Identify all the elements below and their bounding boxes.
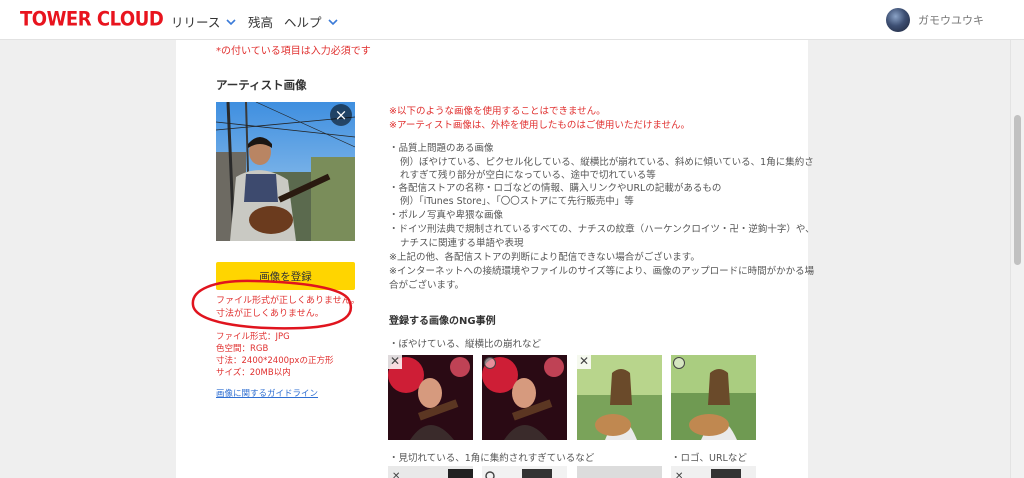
rule-line: 例）「iTunes Store」、「〇〇ストアにて先行販売中」等 — [400, 196, 634, 207]
image-guideline-link[interactable]: 画像に関するガイドライン — [216, 387, 318, 399]
user-menu[interactable]: ガモウユウキ — [886, 8, 984, 32]
chevron-down-icon — [327, 18, 338, 25]
error-messages: ファイル形式が正しくありません。 寸法が正しくありません。 — [216, 295, 360, 321]
ok-mark-icon — [484, 357, 496, 369]
rule-line: ・ドイツ刑法典で規制されているすべての、ナチスの紋章（ハーケンクロイツ・卍・逆鉤… — [389, 224, 815, 235]
nav-balance-label: 残高 — [248, 15, 274, 30]
ng-subtitle: ・ロゴ、URLなど — [671, 453, 747, 464]
rule-line: ※インターネットへの接続環境やファイルのサイズ等により、画像のアップロードに時間… — [389, 266, 815, 277]
nav-balance[interactable]: 残高 — [248, 12, 273, 31]
page-scrollbar[interactable] — [1010, 40, 1024, 478]
svg-text:✕: ✕ — [675, 471, 683, 478]
ok-example-image — [482, 466, 567, 478]
spec-size: サイズ：20MB以内 — [216, 368, 291, 378]
avatar — [886, 8, 910, 32]
warning-line: ※以下のような画像を使用することはできません。 — [389, 106, 606, 117]
error-dimensions: 寸法が正しくありません。 — [216, 309, 324, 319]
chevron-down-icon — [226, 18, 236, 25]
spec-dimensions: 寸法：2400*2400pxの正方形 — [216, 356, 334, 366]
top-navigation-bar: TOWER CLOUD リリース 残高 ヘルプ ガモウユウキ — [0, 0, 1024, 40]
nav-help-label: ヘルプ — [284, 15, 322, 30]
ng-example-image: ✕ — [388, 466, 473, 478]
section-title: アーティスト画像 — [216, 78, 307, 92]
nav-release[interactable]: リリース — [171, 12, 237, 31]
rule-line: ・ポルノ写真や卑猥な画像 — [389, 210, 504, 221]
nav-release-label: リリース — [171, 15, 221, 30]
svg-text:✕: ✕ — [392, 471, 400, 478]
rule-line: 合がございます。 — [389, 280, 465, 291]
ok-mark-icon — [673, 357, 685, 369]
rule-line: れすぎて残り部分が空白になっている、途中で切れている等 — [400, 170, 656, 181]
ng-mark-icon: ✕ — [577, 355, 591, 369]
ng-mark-icon: ✕ — [388, 355, 402, 369]
image-specs: ファイル形式：JPG 色空間：RGB 寸法：2400*2400pxの正方形 サイ… — [216, 331, 333, 379]
remove-image-button[interactable]: × — [330, 104, 352, 126]
ng-example-image — [577, 466, 662, 478]
ng-example-image: ✕ — [577, 355, 662, 440]
rule-line: ・品質上問題のある画像 — [389, 143, 494, 154]
ng-examples-title: 登録する画像のNG事例 — [389, 316, 496, 327]
ng-subtitle: ・見切れている、1角に集約されすぎているなど — [389, 453, 595, 464]
close-icon: × — [334, 106, 348, 124]
rule-line: ナチスに関連する単語や表現 — [400, 238, 524, 249]
ok-example-image — [671, 355, 756, 440]
ok-example-image — [482, 355, 567, 440]
rule-line: ※上記の他、各配信ストアの判断により配信できない場合がございます。 — [389, 252, 700, 263]
required-note: *の付いている項目は入力必須です — [216, 46, 371, 57]
rule-line: ・各配信ストアの名称・ロゴなどの情報、購入リンクやURLの記載があるもの — [389, 183, 722, 194]
user-name: ガモウユウキ — [918, 14, 984, 27]
spec-format: ファイル形式：JPG — [216, 332, 290, 342]
form-card: *の付いている項目は入力必須です アーティスト画像 × 画像を登録 ファイル形式… — [176, 40, 815, 478]
ng-example-image: ✕ — [388, 355, 473, 440]
rule-line: 例）ぼやけている、ピクセル化している、縦横比が崩れている、斜めに傾いている、1角… — [400, 157, 814, 168]
nav-help[interactable]: ヘルプ — [284, 12, 339, 31]
logo[interactable]: TOWER CLOUD — [20, 8, 164, 31]
scrollbar-thumb[interactable] — [1014, 115, 1021, 265]
ng-subtitle: ・ぼやけている、縦横比の崩れなど — [389, 339, 542, 350]
warning-line: ※アーティスト画像は、外枠を使用したものはご使用いただけません。 — [389, 120, 691, 131]
error-file-format: ファイル形式が正しくありません。 — [216, 296, 360, 306]
ng-example-image: ✕ — [671, 466, 756, 478]
spec-colorspace: 色空間：RGB — [216, 344, 269, 354]
